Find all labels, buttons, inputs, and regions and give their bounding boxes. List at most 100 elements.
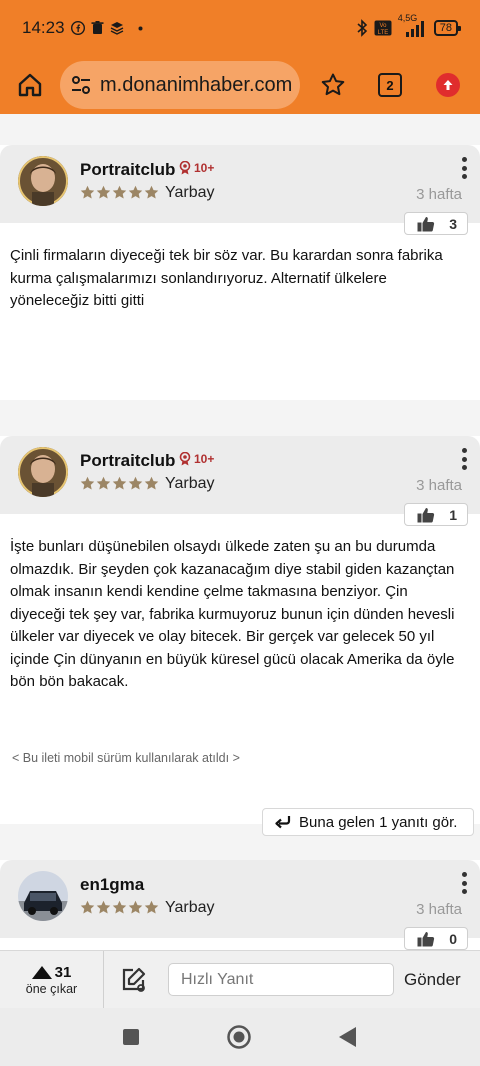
award-icon: [179, 161, 191, 175]
battery-level: 78: [439, 22, 452, 34]
comment-card: en1gma Yarbay 3 hafta 0: [0, 860, 480, 950]
star-icon: [96, 900, 111, 914]
comments-feed[interactable]: Portraitclub 10+ Yarbay 3 hafta 3 Çinli …: [0, 114, 480, 950]
star-icon: [112, 476, 127, 490]
network-label: 4,5G: [397, 13, 418, 23]
square-icon: [123, 1029, 139, 1045]
home-icon: [18, 73, 42, 97]
rating-stars: [80, 185, 159, 200]
star-icon: [128, 476, 143, 490]
url-text[interactable]: m.donanimhaber.com: [100, 74, 292, 97]
thumbs-up-icon: [417, 216, 435, 231]
star-icon: [96, 185, 111, 199]
status-bar: 14:23 Vo LTE 4,5G 78: [0, 0, 480, 56]
recent-apps-button[interactable]: [122, 1028, 140, 1046]
like-button[interactable]: 1: [404, 503, 468, 526]
star-icon: [112, 185, 127, 199]
post-time: 3 hafta: [416, 477, 462, 494]
battery-indicator: 78: [433, 20, 462, 36]
comment-header: Portraitclub 10+ Yarbay 3 hafta 3: [0, 145, 480, 235]
tune-icon[interactable]: [70, 74, 92, 96]
comment-text: İşte bunları düşünebilen olsaydı ülkede …: [10, 538, 455, 690]
update-icon: [443, 80, 453, 90]
triangle-up-icon: [31, 965, 52, 979]
avatar[interactable]: [18, 871, 68, 921]
star-icon: [112, 900, 127, 914]
badge: 10+: [179, 161, 214, 175]
avatar[interactable]: [18, 447, 68, 497]
star-icon: [128, 185, 143, 199]
browser-toolbar: m.donanimhaber.com 2: [0, 56, 480, 114]
star-icon: [321, 73, 345, 96]
layers-icon: [110, 21, 124, 35]
signal-icon: 4,5G: [398, 13, 428, 37]
user-rank: Yarbay: [165, 184, 215, 201]
thumbs-up-icon: [417, 931, 435, 946]
like-count: 1: [449, 506, 457, 523]
star-icon: [80, 476, 95, 490]
user-rank: Yarbay: [165, 475, 215, 492]
upvote-count: 31: [54, 963, 72, 981]
address-bar[interactable]: m.donanimhaber.com: [60, 61, 300, 109]
comment-text: Çinli firmaların diyeceği tek bir söz va…: [10, 247, 443, 309]
like-count: 0: [449, 930, 457, 947]
bluetooth-icon: [356, 19, 368, 37]
badge-label: 10+: [194, 452, 215, 466]
upvote-button[interactable]: 31 öne çıkar: [0, 950, 104, 1009]
comment-header: Portraitclub 10+ Yarbay 3 hafta 1: [0, 436, 480, 526]
android-navigation-bar: [0, 1008, 480, 1066]
star-icon: [80, 900, 95, 914]
view-replies-button[interactable]: Buna gelen 1 yanıtı gör.: [262, 808, 474, 836]
star-icon: [80, 185, 95, 199]
star-icon: [144, 900, 159, 914]
more-vert-icon[interactable]: [460, 872, 468, 894]
comment-header: en1gma Yarbay 3 hafta 0: [0, 860, 480, 950]
more-vert-icon[interactable]: [460, 448, 468, 470]
edit-icon: [122, 967, 146, 992]
circle-icon: [227, 1025, 251, 1049]
star-icon: [96, 476, 111, 490]
back-triangle-icon: [339, 1027, 356, 1047]
svg-text:Vo: Vo: [379, 23, 387, 29]
post-time: 3 hafta: [416, 901, 462, 918]
rating-stars: [80, 900, 159, 915]
home-nav-button[interactable]: [226, 1024, 252, 1050]
upvote-label: öne çıkar: [25, 981, 78, 996]
badge: 10+: [179, 452, 214, 466]
comment-card: Portraitclub 10+ Yarbay 3 hafta 3 Çinli …: [0, 145, 480, 400]
facebook-icon: [70, 21, 85, 35]
rating-stars: [80, 476, 159, 491]
svg-text:LTE: LTE: [377, 30, 388, 36]
badge-label: 10+: [194, 161, 215, 175]
back-nav-button[interactable]: [338, 1026, 358, 1048]
thumbs-up-icon: [417, 507, 435, 522]
like-count: 3: [449, 215, 457, 232]
tab-switcher-button[interactable]: 2: [378, 73, 402, 97]
trash-icon: [91, 21, 104, 35]
compose-button[interactable]: [112, 960, 154, 1000]
status-time: 14:23: [22, 18, 65, 37]
bookmark-button[interactable]: [318, 70, 348, 100]
update-button[interactable]: [436, 73, 460, 97]
like-button[interactable]: 3: [404, 212, 468, 235]
notification-dot-icon: [138, 26, 143, 31]
quick-reply-input[interactable]: [168, 963, 394, 996]
user-rank: Yarbay: [165, 899, 215, 916]
award-icon: [179, 452, 191, 466]
like-button[interactable]: 0: [404, 927, 468, 950]
username[interactable]: Portraitclub: [80, 160, 175, 180]
mobile-version-note: < Bu ileti mobil sürüm kullanılarak atıl…: [12, 751, 240, 765]
send-button[interactable]: Gönder: [404, 970, 461, 990]
comment-card: Portraitclub 10+ Yarbay 3 hafta 1 İşte b…: [0, 436, 480, 824]
avatar[interactable]: [18, 156, 68, 206]
reply-arrow-icon: [275, 816, 291, 829]
more-vert-icon[interactable]: [460, 157, 468, 179]
username[interactable]: en1gma: [80, 875, 144, 895]
volte-icon: Vo LTE: [374, 20, 392, 36]
post-time: 3 hafta: [416, 186, 462, 203]
star-icon: [144, 476, 159, 490]
star-icon: [128, 900, 143, 914]
home-button[interactable]: [14, 69, 46, 101]
view-replies-label: Buna gelen 1 yanıtı gör.: [299, 813, 458, 831]
username[interactable]: Portraitclub: [80, 451, 175, 471]
